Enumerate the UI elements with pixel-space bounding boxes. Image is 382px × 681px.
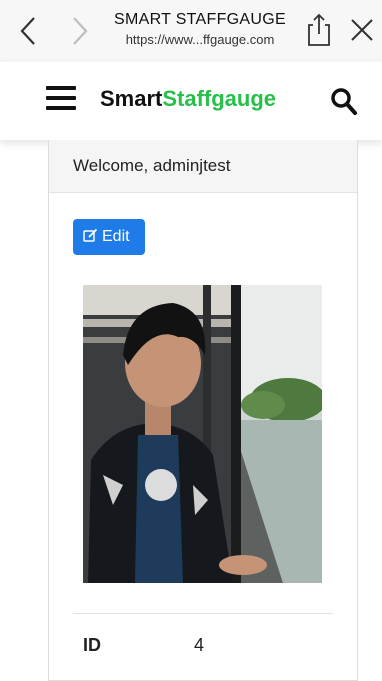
chevron-right-icon (66, 14, 94, 48)
share-icon (304, 12, 334, 48)
brand-logo[interactable]: SmartStaffgauge (100, 84, 276, 114)
edit-icon (83, 228, 98, 243)
address-bar[interactable]: SMART STAFFGAUGE https://www...ffgauge.c… (100, 10, 300, 49)
hamburger-menu-icon[interactable] (46, 86, 76, 112)
edit-label: Edit (102, 228, 130, 245)
close-button[interactable] (350, 18, 374, 42)
welcome-header: Welcome, adminjtest (49, 140, 357, 193)
site-url: https://www...ffgauge.com (100, 31, 300, 49)
search-button[interactable] (330, 86, 358, 116)
edit-button[interactable]: Edit (73, 219, 145, 255)
share-button[interactable] (304, 12, 334, 48)
profile-photo (83, 285, 322, 583)
app-header: SmartStaffgauge (0, 62, 382, 140)
site-title: SMART STAFFGAUGE (100, 10, 300, 30)
chevron-left-icon (16, 14, 44, 48)
profile-card: Welcome, adminjtest Edit (48, 140, 358, 681)
close-icon (350, 18, 374, 42)
forward-button[interactable] (66, 14, 94, 48)
browser-toolbar: SMART STAFFGAUGE https://www...ffgauge.c… (0, 0, 382, 63)
brand-name-part2: Staffgauge (162, 86, 276, 111)
divider (73, 613, 333, 614)
search-icon (330, 86, 358, 116)
brand-name-part1: Smart (100, 86, 162, 111)
back-button[interactable] (16, 14, 44, 48)
